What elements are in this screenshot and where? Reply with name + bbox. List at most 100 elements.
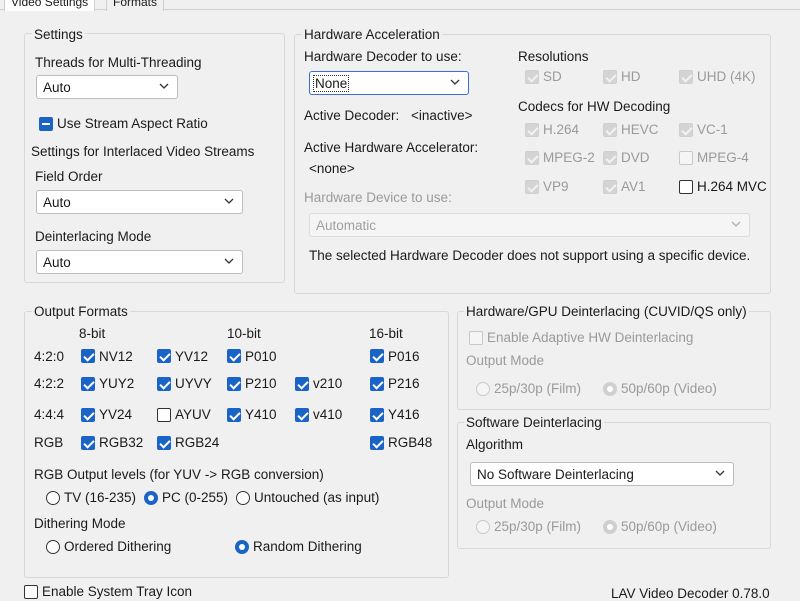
- fmt-v210-label: v210: [313, 376, 343, 391]
- rgb-tv-radio[interactable]: [46, 491, 60, 505]
- fmt-p010-checkbox[interactable]: [227, 349, 241, 363]
- stream-aspect-checkbox[interactable]: [39, 117, 53, 131]
- hw-deint-title: Hardware/GPU Deinterlacing (CUVID/QS onl…: [464, 304, 749, 319]
- row-422-label: 4:2:2: [34, 376, 65, 391]
- fmt-ayuv-checkbox[interactable]: [157, 408, 171, 422]
- col-8bit-header: 8-bit: [79, 326, 106, 341]
- codec-hevc-label: HEVC: [621, 122, 659, 137]
- fmt-rgb32-checkbox[interactable]: [81, 436, 95, 450]
- codec-mpeg4-checkbox[interactable]: [679, 151, 693, 165]
- tab-video-settings[interactable]: Video Settings: [4, 0, 96, 11]
- fmt-p016-label: P016: [388, 349, 420, 364]
- fmt-rgb48-checkbox[interactable]: [370, 436, 384, 450]
- chevron-down-icon: [450, 79, 460, 85]
- codec-mpeg2-label: MPEG-2: [543, 150, 595, 165]
- codec-h264mvc-checkbox[interactable]: [679, 180, 693, 194]
- hw-video-radio[interactable]: [603, 382, 617, 396]
- fmt-p016-checkbox[interactable]: [370, 349, 384, 363]
- chevron-down-icon: [159, 83, 169, 89]
- codec-vp9-checkbox[interactable]: [525, 180, 539, 194]
- threads-label: Threads for Multi-Threading: [35, 55, 202, 70]
- fmt-yv24-label: YV24: [99, 407, 133, 422]
- active-accel-label: Active Hardware Accelerator:: [304, 140, 479, 155]
- hw-device-select[interactable]: Automatic: [309, 213, 750, 237]
- res-hd-checkbox[interactable]: [603, 70, 617, 84]
- fmt-uyvy-checkbox[interactable]: [157, 377, 171, 391]
- chevron-down-icon: [715, 470, 725, 476]
- field-order-select[interactable]: Auto: [36, 190, 243, 214]
- row-444-label: 4:4:4: [34, 407, 65, 422]
- stream-aspect-label: Use Stream Aspect Ratio: [57, 116, 208, 131]
- tab-label: Formats: [113, 0, 158, 9]
- version-label: LAV Video Decoder 0.78.0: [611, 586, 770, 601]
- hw-film-radio[interactable]: [476, 382, 490, 396]
- codec-mpeg4-label: MPEG-4: [697, 150, 749, 165]
- fmt-y416-checkbox[interactable]: [370, 408, 384, 422]
- res-uhd-checkbox[interactable]: [679, 70, 693, 84]
- hw-film-label: 25p/30p (Film): [494, 381, 582, 396]
- fmt-nv12-label: NV12: [99, 349, 133, 364]
- field-order-value: Auto: [43, 195, 71, 210]
- fmt-yv24-checkbox[interactable]: [81, 408, 95, 422]
- fmt-p210-checkbox[interactable]: [227, 377, 241, 391]
- codec-av1-checkbox[interactable]: [603, 180, 617, 194]
- hw-video-label: 50p/60p (Video): [621, 381, 717, 396]
- dither-ordered-radio[interactable]: [46, 540, 60, 554]
- codec-h264-checkbox[interactable]: [525, 123, 539, 137]
- codecs-label: Codecs for HW Decoding: [518, 99, 671, 114]
- fmt-yuy2-checkbox[interactable]: [81, 377, 95, 391]
- hwaccel-title: Hardware Acceleration: [302, 27, 442, 42]
- fmt-p010-label: P010: [245, 349, 277, 364]
- codec-dvd-checkbox[interactable]: [603, 151, 617, 165]
- hw-decoder-select[interactable]: None: [309, 71, 469, 95]
- algorithm-label: Algorithm: [466, 437, 524, 452]
- threads-select[interactable]: Auto: [36, 75, 178, 99]
- res-sd-label: SD: [543, 69, 562, 84]
- codec-hevc-checkbox[interactable]: [603, 123, 617, 137]
- deinterlacing-select[interactable]: Auto: [36, 250, 243, 274]
- row-420-label: 4:2:0: [34, 349, 65, 364]
- sw-film-radio[interactable]: [476, 520, 490, 534]
- output-formats-title: Output Formats: [32, 304, 130, 319]
- adaptive-hw-deint-checkbox[interactable]: [469, 331, 483, 345]
- adaptive-hw-deint-label: Enable Adaptive HW Deinterlacing: [487, 330, 694, 345]
- resolutions-label: Resolutions: [518, 49, 589, 64]
- res-sd-checkbox[interactable]: [525, 70, 539, 84]
- sw-video-radio[interactable]: [603, 520, 617, 534]
- fmt-y416-label: Y416: [388, 407, 420, 422]
- deinterlacing-value: Auto: [43, 255, 71, 270]
- rgb-pc-radio[interactable]: [144, 491, 158, 505]
- codec-h264mvc-label: H.264 MVC: [697, 179, 767, 194]
- codec-dvd-label: DVD: [621, 150, 650, 165]
- deinterlacing-label: Deinterlacing Mode: [35, 229, 152, 244]
- hw-decoder-value: None: [312, 75, 350, 92]
- fmt-nv12-checkbox[interactable]: [81, 349, 95, 363]
- dither-ordered-label: Ordered Dithering: [64, 539, 172, 554]
- fmt-y410-checkbox[interactable]: [227, 408, 241, 422]
- fmt-v210-checkbox[interactable]: [295, 377, 309, 391]
- fmt-yuy2-label: YUY2: [99, 376, 135, 391]
- fmt-v410-label: v410: [313, 407, 343, 422]
- hw-output-mode-label: Output Mode: [466, 353, 545, 368]
- fmt-p216-checkbox[interactable]: [370, 377, 384, 391]
- tab-formats[interactable]: Formats: [106, 0, 165, 11]
- col-16bit-header: 16-bit: [369, 326, 403, 341]
- fmt-yv12-checkbox[interactable]: [157, 349, 171, 363]
- codec-vc1-checkbox[interactable]: [679, 123, 693, 137]
- chevron-down-icon: [731, 221, 741, 227]
- algorithm-select[interactable]: No Software Deinterlacing: [470, 462, 734, 486]
- codec-mpeg2-checkbox[interactable]: [525, 151, 539, 165]
- dither-random-radio[interactable]: [235, 540, 249, 554]
- dither-label: Dithering Mode: [34, 516, 126, 531]
- rgb-untouched-label: Untouched (as input): [254, 490, 380, 505]
- fmt-v410-checkbox[interactable]: [295, 408, 309, 422]
- fmt-ayuv-label: AYUV: [175, 407, 211, 422]
- rgb-untouched-radio[interactable]: [236, 491, 250, 505]
- rgb-pc-label: PC (0-255): [162, 490, 229, 505]
- chevron-down-icon: [224, 198, 234, 204]
- codec-h264-label: H.264: [543, 122, 580, 137]
- system-tray-checkbox[interactable]: [24, 585, 38, 599]
- fmt-rgb24-checkbox[interactable]: [157, 436, 171, 450]
- sw-output-mode-label: Output Mode: [466, 496, 545, 511]
- settings-title: Settings: [32, 27, 85, 42]
